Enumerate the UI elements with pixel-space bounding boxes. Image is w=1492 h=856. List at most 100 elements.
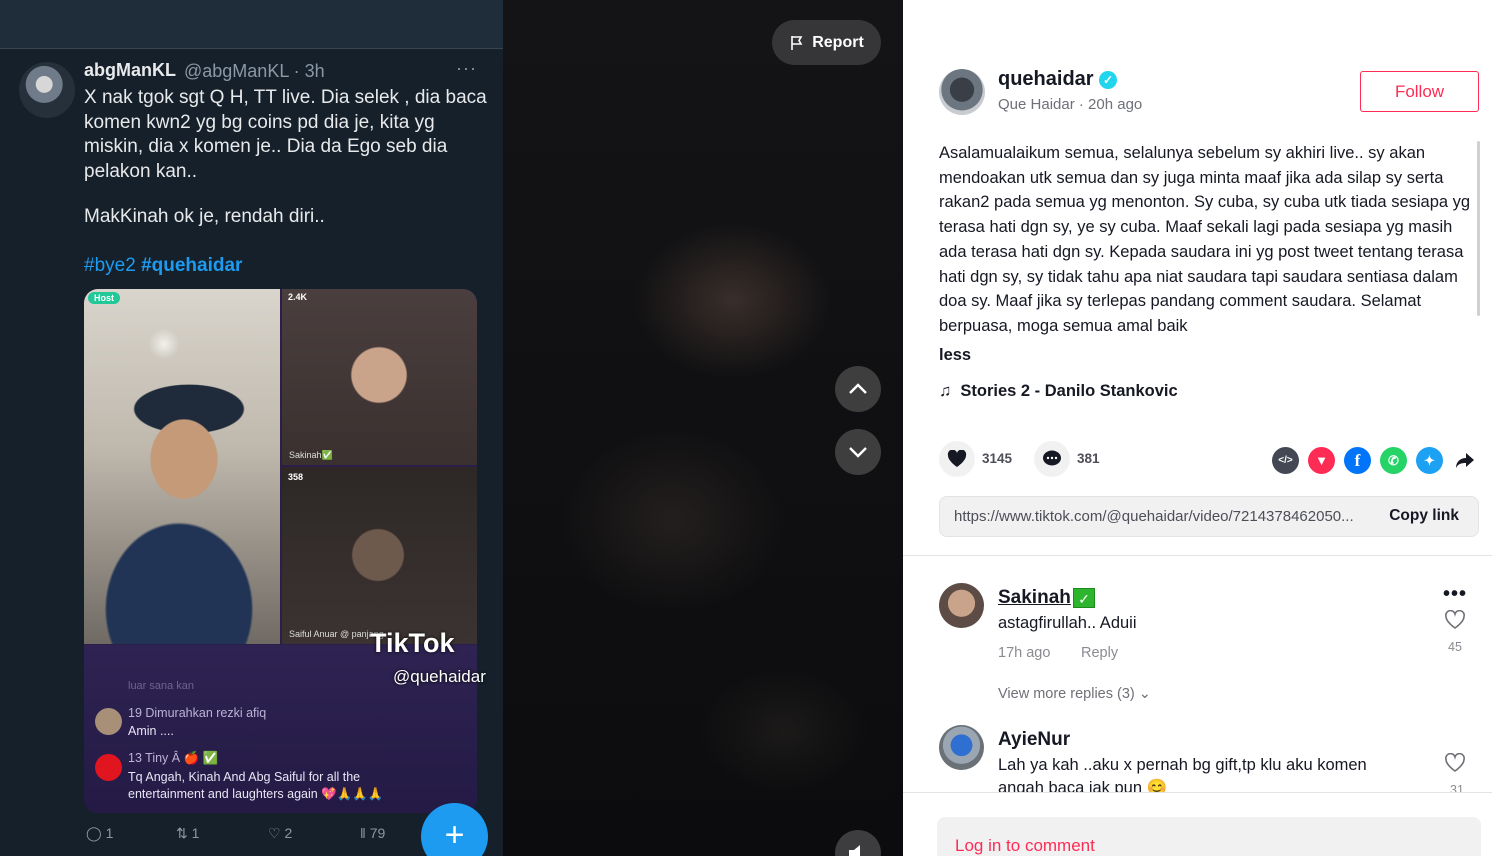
tweet-author-name: abgManKL	[84, 60, 176, 80]
music-link[interactable]: ♫ Stories 2 - Danilo Stankovic	[939, 382, 1178, 401]
more-options-icon[interactable]: •••	[1443, 583, 1467, 606]
tweet-hashtags: #bye2 #quehaidar	[84, 255, 242, 277]
comment-bubble-icon	[1043, 450, 1061, 466]
host-badge: Host	[88, 292, 120, 304]
retweet-count: 1	[191, 825, 200, 841]
compose-plus-icon: +	[421, 803, 488, 856]
verified-badge-icon: ✓	[1099, 71, 1117, 89]
chat-line-text: Amin ....	[128, 724, 174, 738]
tweet-text: X nak tgok sgt Q H, TT live. Dia selek ,…	[84, 87, 487, 182]
twitter-icon[interactable]: ✦	[1416, 447, 1443, 474]
comment-button[interactable]	[1034, 441, 1070, 477]
comment-username[interactable]: AyieNur	[998, 729, 1070, 751]
tiktok-watermark-logo: TikTok	[370, 628, 455, 658]
comment-text: Lah ya kah ..aku x pernah bg gift,tp klu…	[998, 756, 1367, 774]
tiktok-video-page: abgManKL @abgManKL · 3h ··· X nak tgok s…	[0, 0, 1492, 856]
live-host-video	[84, 289, 280, 644]
previous-video-button[interactable]	[835, 366, 881, 412]
comment-like-count: 45	[1448, 640, 1462, 654]
green-check-emoji-icon: ✓	[1073, 588, 1095, 608]
report-button[interactable]: Report	[772, 20, 881, 65]
tweet-media-live-screenshot: Host 2.4K 358 Sakinah✅ Saiful Anuar @ pa…	[84, 289, 477, 813]
tiktok-watermark-handle: @quehaidar	[393, 667, 486, 686]
comment-avatar[interactable]	[939, 583, 984, 628]
reply-count: 1	[105, 825, 114, 841]
tweet-text-second: MakKinah ok je, rendah diri..	[84, 206, 325, 227]
comment-like-heart-icon[interactable]	[1444, 753, 1466, 773]
copy-link-button[interactable]: Copy link	[1389, 507, 1459, 525]
video-player[interactable]: abgManKL @abgManKL · 3h ··· X nak tgok s…	[0, 0, 903, 856]
chat-avatar	[95, 754, 122, 781]
video-blurred-background	[503, 0, 903, 856]
tweet-author-handle: @abgManKL · 3h	[184, 61, 325, 81]
chevron-up-icon	[849, 383, 867, 394]
views-count: 79	[369, 825, 386, 841]
next-video-button[interactable]	[835, 429, 881, 475]
comment-like-heart-icon[interactable]	[1444, 610, 1466, 630]
video-info-panel: quehaidar ✓ Que Haidar · 20h ago Follow …	[903, 0, 1492, 856]
less-button[interactable]: less	[939, 346, 971, 365]
tweet-topbar	[0, 0, 503, 49]
chat-line-text: entertainment and laughters again 💖🙏🙏🙏	[128, 787, 384, 801]
flag-icon	[791, 35, 803, 50]
retweet-icon: ⇅	[176, 825, 188, 841]
video-link-text[interactable]: https://www.tiktok.com/@quehaidar/video/…	[954, 508, 1374, 525]
section-divider	[903, 555, 1492, 556]
volume-icon	[849, 845, 860, 856]
heart-icon	[947, 450, 967, 467]
view-more-replies-button[interactable]: View more replies (3) ⌄	[998, 686, 1151, 702]
login-to-comment-box[interactable]: Log in to comment	[937, 817, 1481, 856]
tweet-reply-action: ◯ 1	[86, 825, 113, 842]
like-button[interactable]	[939, 441, 975, 477]
tweet-screenshot: abgManKL @abgManKL · 3h ··· X nak tgok s…	[0, 0, 503, 856]
live-guest1-video	[282, 289, 477, 465]
like-count: 2	[284, 825, 293, 841]
heart-outline-icon: ♡	[268, 825, 281, 841]
comment-reply-button[interactable]: Reply	[1081, 645, 1118, 661]
report-label: Report	[812, 33, 864, 51]
embed-icon[interactable]: </>	[1272, 447, 1299, 474]
guest2-count: 358	[288, 472, 304, 482]
chevron-down-icon: ⌄	[1138, 686, 1151, 702]
pinterest-icon[interactable]: ▼	[1308, 447, 1335, 474]
share-arrow-icon[interactable]	[1454, 449, 1476, 471]
video-caption: Asalamualaikum semua, selalunya sebelum …	[939, 144, 1471, 335]
volume-button[interactable]	[835, 830, 881, 856]
author-avatar[interactable]	[939, 69, 985, 115]
comment-username[interactable]: Sakinah	[998, 587, 1071, 609]
music-note-icon: ♫	[939, 382, 952, 400]
guest1-name: Sakinah✅	[289, 450, 333, 460]
music-title: Stories 2 - Danilo Stankovic	[960, 382, 1178, 400]
view-more-replies-label: View more replies (3)	[998, 686, 1135, 702]
video-link-box[interactable]: https://www.tiktok.com/@quehaidar/video/…	[939, 496, 1479, 537]
comment-count: 381	[1077, 451, 1100, 466]
live-guest2-video	[282, 467, 477, 644]
login-to-comment-link[interactable]: Log in to comment	[955, 836, 1095, 856]
chat-avatar	[95, 708, 122, 735]
hashtag: #bye2	[84, 255, 136, 276]
tweet-views-action: ‖ 79	[360, 825, 385, 841]
hashtag: #quehaidar	[141, 255, 243, 276]
comment-avatar[interactable]	[939, 725, 984, 770]
caption-scrollbar[interactable]	[1477, 141, 1480, 316]
guest1-count: 2.4K	[288, 292, 308, 302]
chevron-down-icon	[849, 447, 867, 458]
chat-line-meta: 19 Dimurahkan rezki afiq	[128, 706, 267, 720]
chat-faded-line: luar sana kan	[128, 680, 195, 692]
follow-button[interactable]: Follow	[1360, 71, 1479, 112]
author-subline: Que Haidar · 20h ago	[998, 96, 1143, 113]
author-username[interactable]: quehaidar	[998, 68, 1094, 91]
chat-line-text: Tq Angah, Kinah And Abg Saiful for all t…	[128, 770, 361, 784]
reply-icon: ◯	[86, 825, 102, 841]
facebook-icon[interactable]: f	[1344, 447, 1371, 474]
tweet-like-action: ♡ 2	[268, 825, 292, 842]
views-bar-icon: ‖	[360, 825, 366, 841]
tweet-more-icon: ···	[456, 58, 477, 78]
tweet-retweet-action: ⇅ 1	[176, 825, 199, 842]
comment-time: 17h ago	[998, 645, 1051, 661]
tweet-author-avatar	[19, 62, 75, 118]
comment-text: astagfirullah.. Aduii	[998, 614, 1137, 632]
like-count: 3145	[982, 451, 1013, 466]
whatsapp-icon[interactable]: ✆	[1380, 447, 1407, 474]
chat-line-meta: 13 Tiny Â 🍎 ✅	[128, 751, 219, 765]
